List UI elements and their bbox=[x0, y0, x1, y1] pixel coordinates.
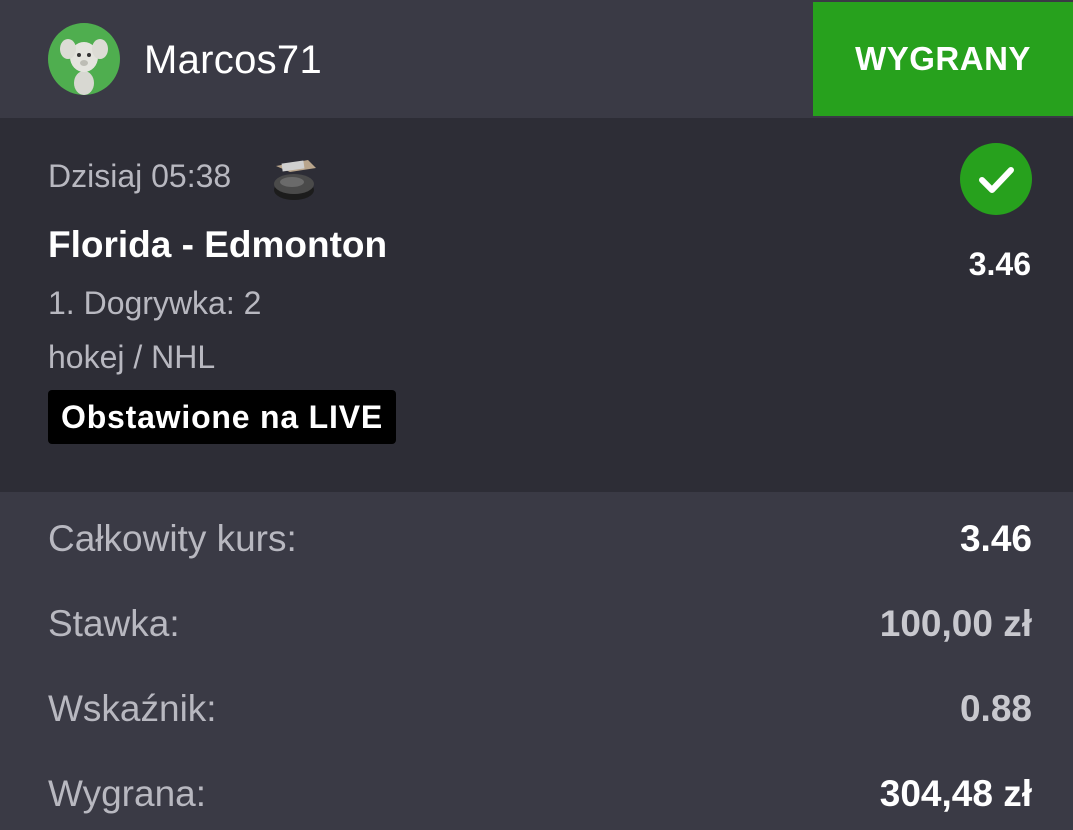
event-league: hokej / NHL bbox=[48, 339, 216, 375]
factor-value: 0.88 bbox=[959, 688, 1032, 729]
event-title: Florida - Edmonton bbox=[48, 224, 388, 265]
bet-header: Marcos71 WYGRANY bbox=[0, 0, 1073, 118]
factor-row: Wskaźnik: 0.88 bbox=[48, 685, 1032, 733]
username: Marcos71 bbox=[144, 38, 323, 82]
stake-value: 100,00 zł bbox=[879, 603, 1032, 644]
event-market: 1. Dogrywka: 2 bbox=[48, 285, 262, 321]
payout-row: Wygrana: 304,48 zł bbox=[48, 770, 1032, 818]
status-badge: WYGRANY bbox=[813, 2, 1073, 116]
factor-label: Wskaźnik: bbox=[48, 688, 217, 729]
event-card[interactable]: Dzisiaj 05:38 Florida - Edmonton 3.46 1.… bbox=[0, 118, 1073, 492]
hockey-puck-icon bbox=[274, 160, 316, 200]
stake-row: Stawka: 100,00 zł bbox=[48, 600, 1032, 648]
payout-value: 304,48 zł bbox=[879, 773, 1032, 814]
event-date: Dzisiaj 05:38 bbox=[48, 158, 232, 194]
stake-label: Stawka: bbox=[48, 603, 180, 644]
event-odds: 3.46 bbox=[968, 246, 1031, 282]
live-tag: Obstawione na LIVE bbox=[48, 390, 397, 444]
avatar[interactable] bbox=[48, 23, 120, 95]
total-odds-label: Całkowity kurs: bbox=[48, 518, 297, 559]
total-odds-value: 3.46 bbox=[959, 518, 1032, 559]
total-odds-row: Całkowity kurs: 3.46 bbox=[48, 515, 1032, 563]
mascot-avatar-icon bbox=[60, 39, 108, 95]
payout-label: Wygrana: bbox=[48, 773, 207, 814]
check-icon bbox=[960, 143, 1032, 215]
